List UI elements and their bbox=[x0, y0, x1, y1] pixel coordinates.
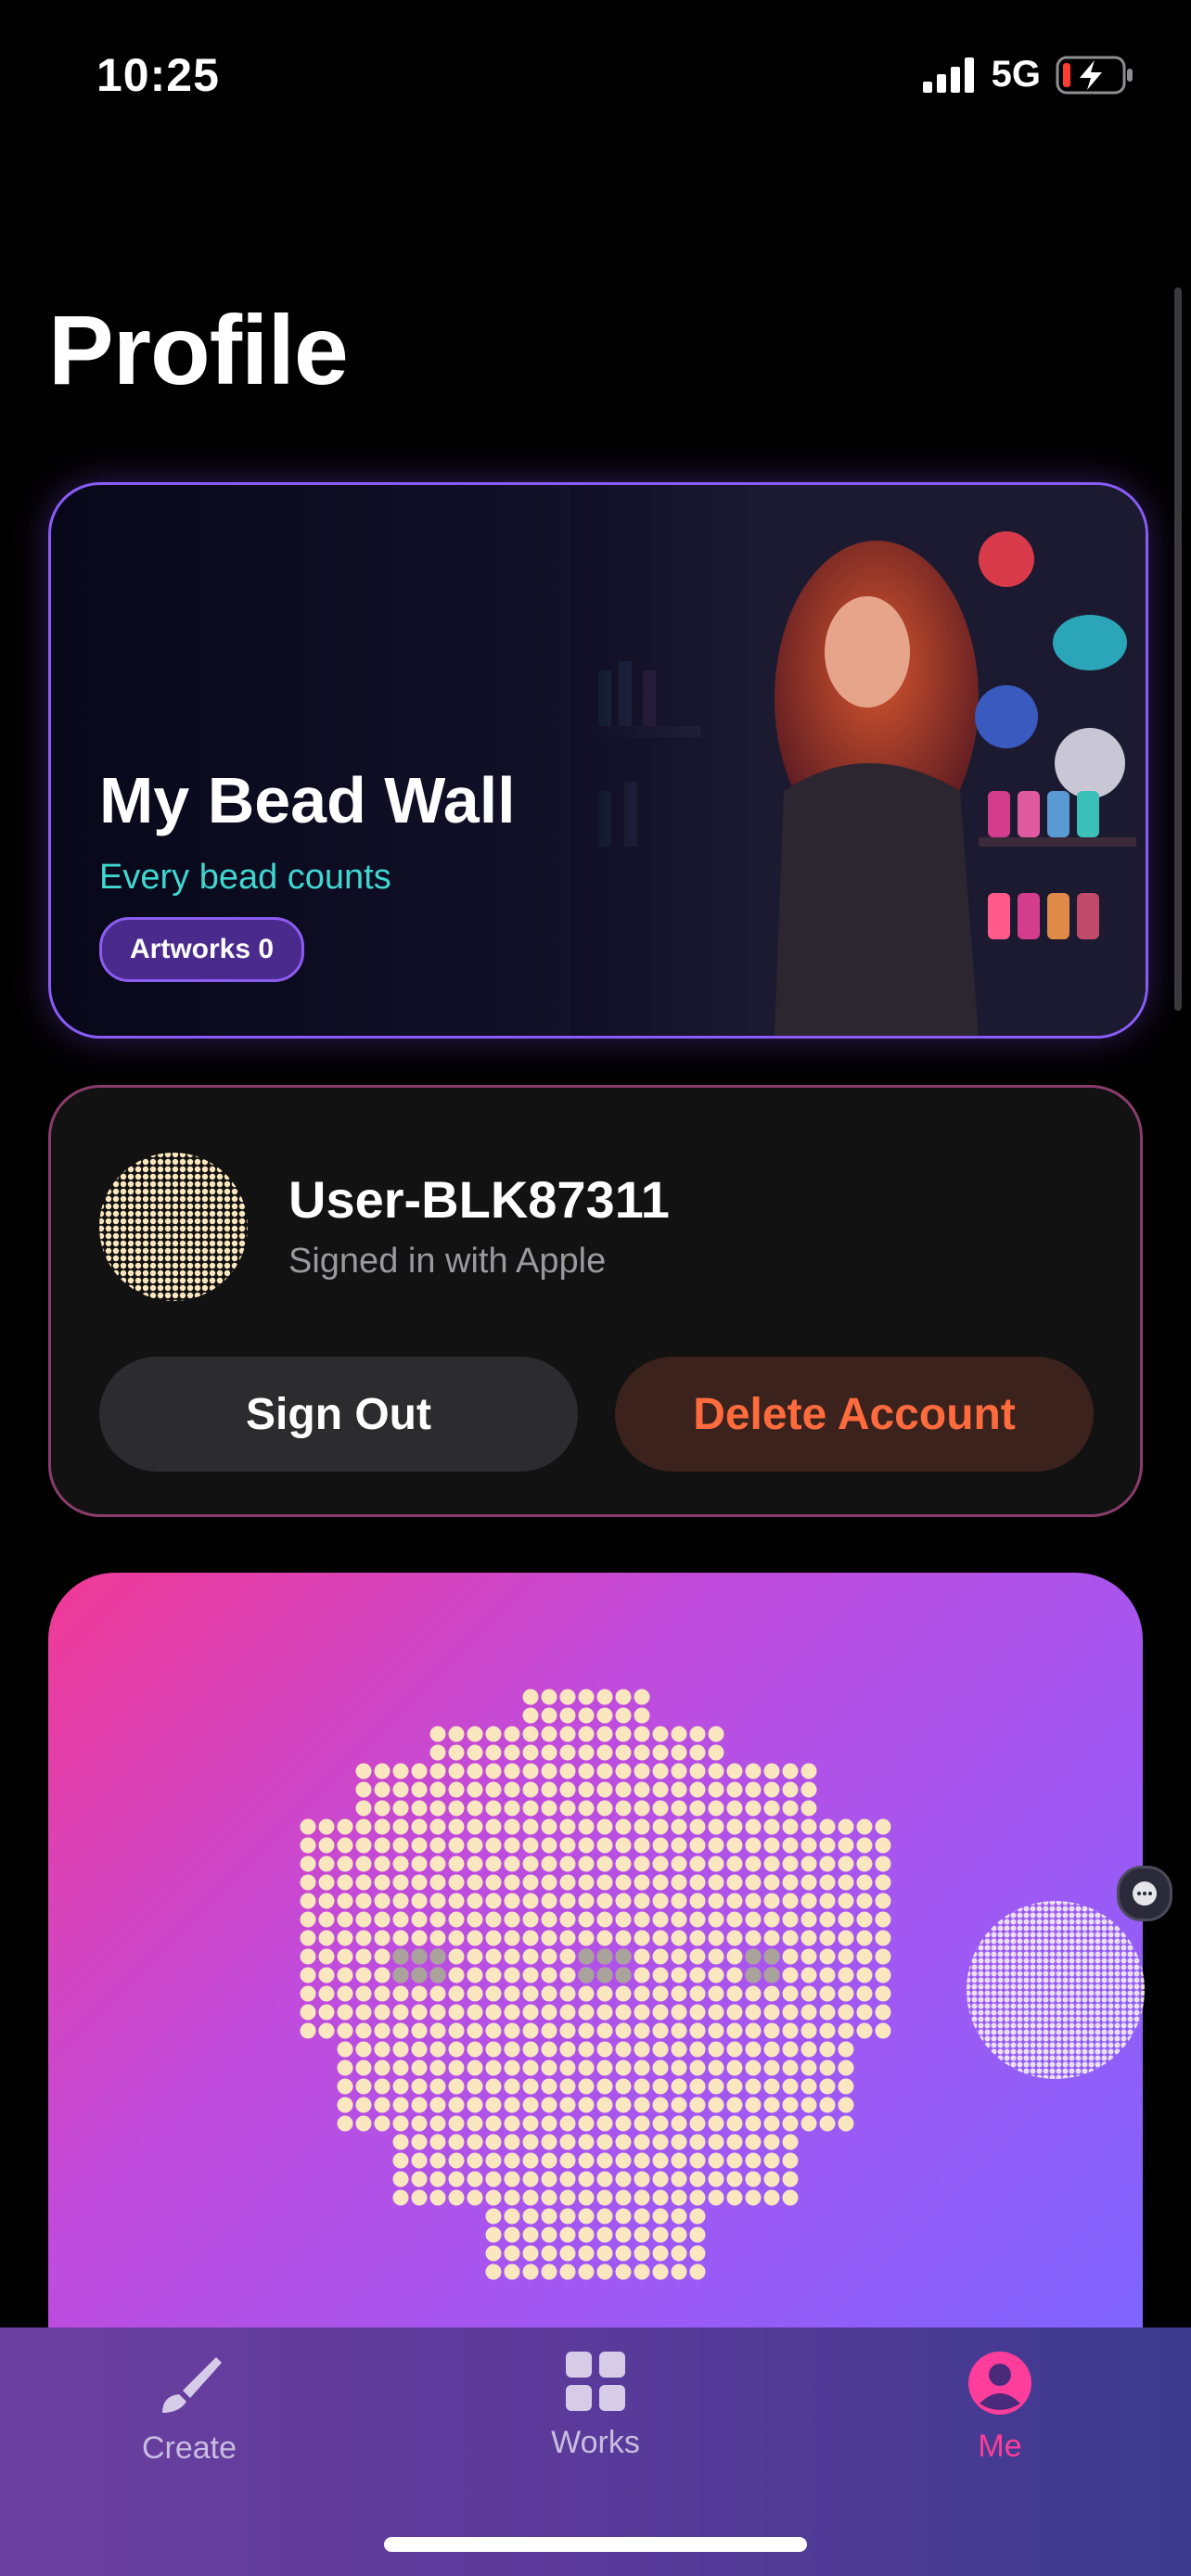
artworks-count-badge: Artworks 0 bbox=[99, 917, 305, 982]
account-card: User-BLK87311 Signed in with Apple Sign … bbox=[48, 1085, 1143, 1517]
chat-bubble-icon[interactable] bbox=[1117, 1866, 1172, 1921]
tab-create[interactable]: Create bbox=[69, 2350, 310, 2467]
tab-works-label: Works bbox=[551, 2425, 640, 2460]
signal-icon bbox=[922, 57, 974, 93]
sign-out-button[interactable]: Sign Out bbox=[99, 1357, 578, 1472]
status-bar: 10:25 5G bbox=[0, 0, 1191, 148]
hero-title: My Bead Wall bbox=[99, 764, 516, 836]
username: User-BLK87311 bbox=[288, 1170, 670, 1229]
battery-charging-icon bbox=[1056, 56, 1133, 94]
delete-account-button[interactable]: Delete Account bbox=[615, 1357, 1094, 1472]
hero-subtitle: Every bead counts bbox=[99, 858, 391, 897]
avatar bbox=[99, 1153, 248, 1301]
floating-bead-avatar[interactable] bbox=[965, 1899, 1146, 2081]
signin-method: Signed in with Apple bbox=[288, 1242, 607, 1281]
home-indicator[interactable] bbox=[384, 2537, 807, 2552]
bead-avatar-large bbox=[299, 1688, 892, 2281]
grid-icon bbox=[566, 2352, 625, 2411]
person-icon bbox=[968, 2352, 1031, 2415]
tab-works[interactable]: Works bbox=[475, 2350, 716, 2461]
hero-photo bbox=[570, 485, 1146, 1036]
tab-create-label: Create bbox=[141, 2430, 237, 2466]
status-icons: 5G bbox=[922, 54, 1135, 96]
scroll-indicator[interactable] bbox=[1174, 287, 1182, 1011]
bead-wall-card[interactable]: My Bead Wall Every bead counts Artworks … bbox=[48, 482, 1148, 1039]
network-label: 5G bbox=[991, 54, 1041, 95]
brush-icon bbox=[162, 2357, 222, 2413]
tab-me[interactable]: Me bbox=[879, 2350, 1121, 2465]
tab-me-label: Me bbox=[978, 2429, 1022, 2464]
page-title: Profile bbox=[48, 296, 349, 405]
status-time: 10:25 bbox=[96, 49, 220, 101]
